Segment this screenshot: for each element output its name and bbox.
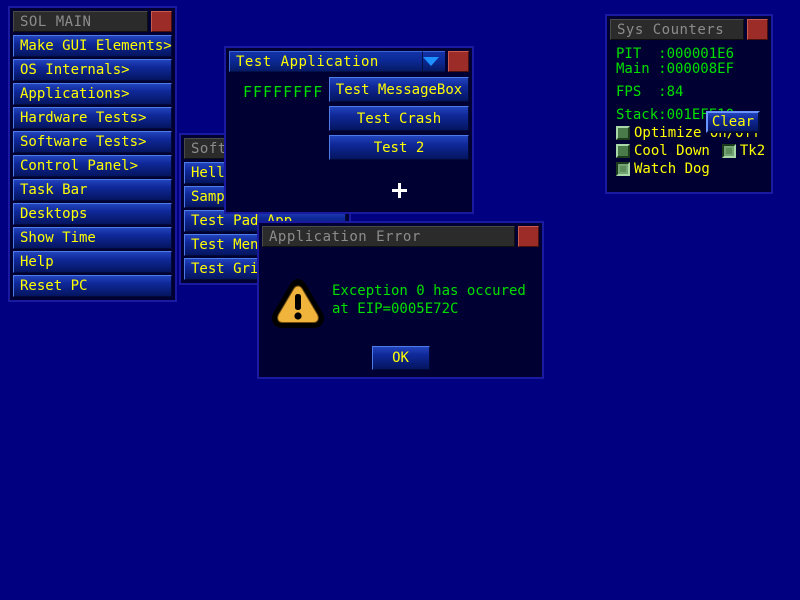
checkbox-label-watch-dog: Watch Dog [634, 161, 710, 177]
counter-main: Main :000008EF [616, 61, 735, 77]
window-sys-counters[interactable]: Sys Counters PIT :000001E6 Main :000008E… [605, 14, 773, 194]
counter-pit: PIT :000001E6 [616, 46, 735, 62]
menu-item-applications[interactable]: Applications> [13, 83, 172, 105]
hex-value-display: FFFFFFFF [243, 83, 324, 101]
menu-item-show-time[interactable]: Show Time [13, 227, 172, 249]
error-message-line-2: at EIP=0005E72C [332, 301, 459, 317]
menu-item-reset-pc[interactable]: Reset PC [13, 275, 172, 297]
menu-item-help[interactable]: Help [13, 251, 172, 273]
checkbox-tk2[interactable] [721, 144, 736, 158]
test-crash-button[interactable]: Test Crash [329, 106, 469, 131]
test-2-button[interactable]: Test 2 [329, 135, 469, 160]
titlebar-sol-main[interactable]: SOL MAIN [13, 11, 172, 32]
close-icon[interactable] [518, 226, 539, 247]
application-error-body: Exception 0 has occured at EIP=0005E72C … [262, 250, 539, 378]
test-application-buttons: Test MessageBox Test Crash Test 2 [329, 77, 469, 160]
close-icon[interactable] [448, 51, 469, 72]
menu-item-software-tests[interactable]: Software Tests> [13, 131, 172, 153]
checkbox-label-cool-down: Cool Down [634, 143, 710, 159]
window-title: SOL MAIN [13, 11, 148, 32]
sys-counters-body: PIT :000001E6 Main :000008EF FPS :84 Cle… [610, 43, 768, 193]
close-icon[interactable] [151, 11, 172, 32]
close-icon[interactable] [747, 19, 768, 40]
checkbox-cool-down[interactable] [616, 144, 630, 158]
window-title: Sys Counters [610, 19, 744, 40]
desktop[interactable]: Software Tests Hello World Sample App Te… [0, 0, 800, 600]
window-sol-main[interactable]: SOL MAIN Make GUI Elements> OS Internals… [8, 6, 177, 302]
menu-item-task-bar[interactable]: Task Bar [13, 179, 172, 201]
warning-triangle-icon [270, 278, 326, 334]
menu-item-make-gui-elements[interactable]: Make GUI Elements> [13, 35, 172, 57]
menu-item-hardware-tests[interactable]: Hardware Tests> [13, 107, 172, 129]
test-application-body: FFFFFFFF Test MessageBox Test Crash Test… [229, 75, 469, 213]
window-application-error[interactable]: Application Error Exception 0 has occure… [257, 221, 544, 379]
sol-main-menu[interactable]: Make GUI Elements> OS Internals> Applica… [13, 35, 172, 297]
dialog-actions: OK [262, 346, 539, 370]
titlebar-application-error[interactable]: Application Error [262, 226, 539, 247]
titlebar-sys-counters[interactable]: Sys Counters [610, 19, 768, 40]
counter-fps: FPS :84 [616, 84, 684, 100]
titlebar-test-application[interactable]: Test Application [229, 51, 469, 72]
checkbox-watch-dog[interactable] [616, 162, 630, 176]
window-title: Application Error [262, 226, 515, 247]
menu-item-desktops[interactable]: Desktops [13, 203, 172, 225]
menu-item-control-panel[interactable]: Control Panel> [13, 155, 172, 177]
clear-button[interactable]: Clear [706, 111, 760, 133]
ok-button[interactable]: OK [371, 346, 430, 370]
window-test-application[interactable]: Test Application FFFFFFFF Test MessageBo… [224, 46, 474, 214]
error-message-line-1: Exception 0 has occured [332, 283, 526, 299]
window-title: Test Application [229, 51, 423, 72]
chevron-down-icon[interactable] [423, 51, 445, 72]
checkbox-label-tk2: Tk2 [739, 143, 766, 159]
checkbox-row-watch-dog: Watch Dog [616, 161, 764, 177]
checkbox-optimize[interactable] [616, 126, 630, 140]
checkbox-row-cool-down: Cool Down Tk2 [616, 143, 766, 159]
menu-item-os-internals[interactable]: OS Internals> [13, 59, 172, 81]
test-messagebox-button[interactable]: Test MessageBox [329, 77, 469, 102]
